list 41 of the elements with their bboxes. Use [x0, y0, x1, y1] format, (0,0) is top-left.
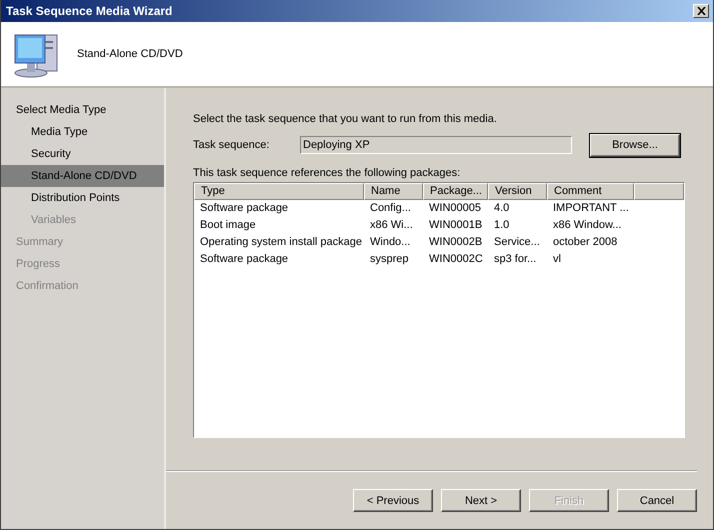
- table-cell-text: WIN0002C: [428, 252, 484, 267]
- table-cell-text: x86 Wi...: [369, 218, 414, 233]
- table-cell-text: vl: [552, 252, 562, 267]
- task-sequence-field[interactable]: Deploying XP: [300, 136, 572, 154]
- table-cell-text: Software package: [199, 252, 290, 267]
- table-cell-text: Windo...: [369, 235, 412, 250]
- table-cell-text: 4.0: [493, 201, 510, 216]
- close-button[interactable]: [693, 4, 709, 18]
- table-cell-text: Service...: [493, 235, 541, 250]
- table-cell-text: x86 Window...: [552, 218, 622, 233]
- column-header[interactable]: Package...: [423, 183, 488, 200]
- column-header[interactable]: Name: [364, 183, 423, 200]
- table-cell-text: sp3 for...: [493, 252, 538, 267]
- close-icon: [696, 7, 706, 15]
- table-cell-text: IMPORTANT ...: [552, 201, 630, 216]
- column-header[interactable]: Comment: [547, 183, 634, 200]
- nav-item: Progress: [15, 257, 62, 272]
- wizard-button[interactable]: Next >: [441, 489, 521, 512]
- field-label: Task sequence:: [193, 139, 270, 151]
- packages-label: This task sequence references the following packages:: [193, 167, 462, 179]
- wizard-button[interactable]: < Previous: [353, 489, 433, 512]
- nav-item: Summary: [15, 235, 64, 250]
- nav-item: Confirmation: [15, 279, 80, 294]
- table-cell-text: WIN00005: [428, 201, 482, 216]
- table-cell-text: WIN0001B: [428, 218, 484, 233]
- instruction-text: Select the task sequence that you want to run from this media.: [193, 113, 498, 125]
- window-title: Task Sequence Media Wizard: [6, 4, 172, 18]
- page-heading: Stand-Alone CD/DVD: [77, 48, 183, 60]
- browse-button[interactable]: Browse...: [590, 134, 680, 156]
- table-cell-text: WIN0002B: [428, 235, 484, 250]
- nav-item: Variables: [30, 213, 78, 228]
- table-cell-text: Software package: [199, 201, 290, 216]
- table-cell-text: 1.0: [493, 218, 510, 233]
- table-cell-text: Operating system install package: [199, 235, 364, 250]
- table-cell-text: sysprep: [369, 252, 410, 267]
- table-cell-text: Boot image: [199, 218, 257, 233]
- column-header[interactable]: Version: [488, 183, 547, 200]
- column-header[interactable]: Type: [194, 183, 364, 200]
- table-cell-text: Config...: [369, 201, 412, 216]
- wizard-button[interactable]: Cancel: [617, 489, 697, 512]
- table-cell-text: october 2008: [552, 235, 618, 250]
